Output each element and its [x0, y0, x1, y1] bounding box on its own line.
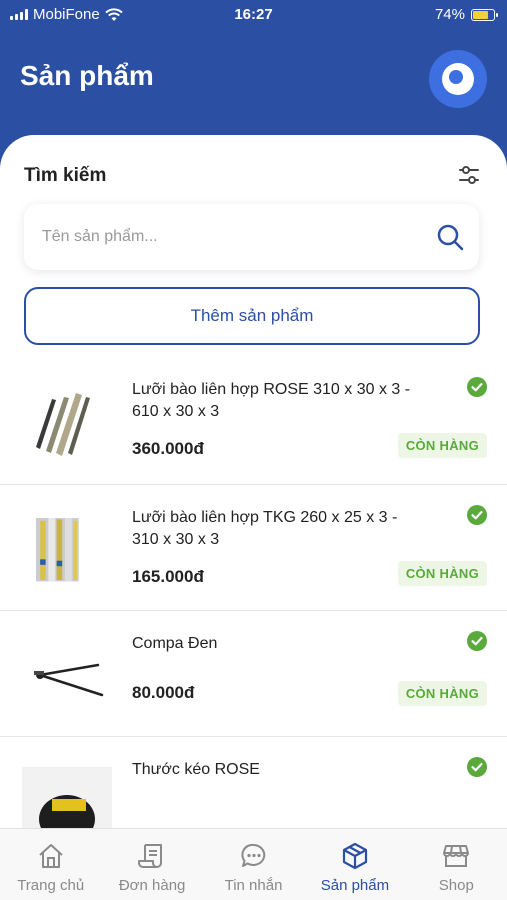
- product-image: [34, 663, 104, 697]
- main-card: Tìm kiếm Thêm sản phẩm Lưỡi bào liên hợp…: [0, 135, 507, 828]
- stock-badge: CÒN HÀNG: [397, 433, 487, 458]
- nav-item-products[interactable]: Sản phẩm: [304, 829, 405, 900]
- bottom-nav: Trang chủ Đơn hàng Tin nhắn Sản phẩm Sho…: [0, 828, 507, 900]
- search-section-title: Tìm kiếm: [24, 165, 107, 186]
- stock-badge: CÒN HÀNG: [397, 681, 487, 706]
- product-row[interactable]: Thước kéo ROSE: [0, 737, 507, 828]
- add-product-button[interactable]: Thêm sản phẩm: [24, 287, 480, 345]
- product-name: Compa Đen: [132, 635, 218, 652]
- stock-badge: CÒN HÀNG: [397, 561, 487, 586]
- product-list: Lưỡi bào liên hợp ROSE 310 x 30 x 3 - 61…: [0, 357, 507, 828]
- check-circle-icon: [467, 377, 487, 397]
- nav-item-shop[interactable]: Shop: [406, 829, 507, 900]
- check-circle-icon: [467, 757, 487, 777]
- check-circle-icon: [467, 505, 487, 525]
- nav-item-messages[interactable]: Tin nhắn: [203, 829, 304, 900]
- page-title: Sản phẩm: [20, 60, 154, 91]
- battery-percent: 74%: [434, 6, 465, 23]
- nav-label: Sản phẩm: [320, 877, 390, 894]
- product-name: Thước kéo ROSE: [132, 761, 260, 778]
- shop-icon: [443, 845, 470, 867]
- sliders-icon[interactable]: [457, 163, 481, 187]
- orders-icon: [138, 844, 163, 868]
- nav-label: Tin nhắn: [224, 877, 283, 894]
- box-icon: [342, 842, 368, 870]
- product-name: Lưỡi bào liên hợp ROSE 310 x 30 x 3 - 61…: [132, 381, 411, 420]
- nav-item-orders[interactable]: Đơn hàng: [101, 829, 202, 900]
- search-input[interactable]: [42, 204, 422, 270]
- product-price: 80.000đ: [132, 683, 195, 702]
- product-name: Lưỡi bào liên hợp TKG 260 x 25 x 3 - 310…: [132, 509, 398, 548]
- search-icon[interactable]: [435, 222, 465, 252]
- status-right: 74%: [434, 6, 498, 23]
- product-image: [22, 767, 112, 828]
- battery-icon: [471, 8, 498, 21]
- product-row[interactable]: Compa Đen 80.000đ CÒN HÀNG: [0, 611, 507, 737]
- product-image: [36, 518, 79, 582]
- product-price: 360.000đ: [132, 439, 204, 458]
- product-image: [36, 393, 90, 456]
- nav-label: Trang chủ: [17, 877, 85, 894]
- home-icon: [39, 844, 63, 868]
- search-box: [24, 204, 479, 270]
- nav-label: Đơn hàng: [118, 877, 186, 894]
- chat-icon: [240, 843, 265, 867]
- nav-item-home[interactable]: Trang chủ: [0, 829, 101, 900]
- product-row[interactable]: Lưỡi bào liên hợp TKG 260 x 25 x 3 - 310…: [0, 485, 507, 611]
- status-bar: MobiFone 16:27 74%: [0, 0, 507, 30]
- product-price: 165.000đ: [132, 567, 204, 586]
- check-circle-icon: [467, 631, 487, 651]
- nav-label: Shop: [438, 877, 474, 894]
- status-time: 16:27: [234, 6, 273, 23]
- app-logo-icon[interactable]: [429, 50, 487, 108]
- product-row[interactable]: Lưỡi bào liên hợp ROSE 310 x 30 x 3 - 61…: [0, 357, 507, 485]
